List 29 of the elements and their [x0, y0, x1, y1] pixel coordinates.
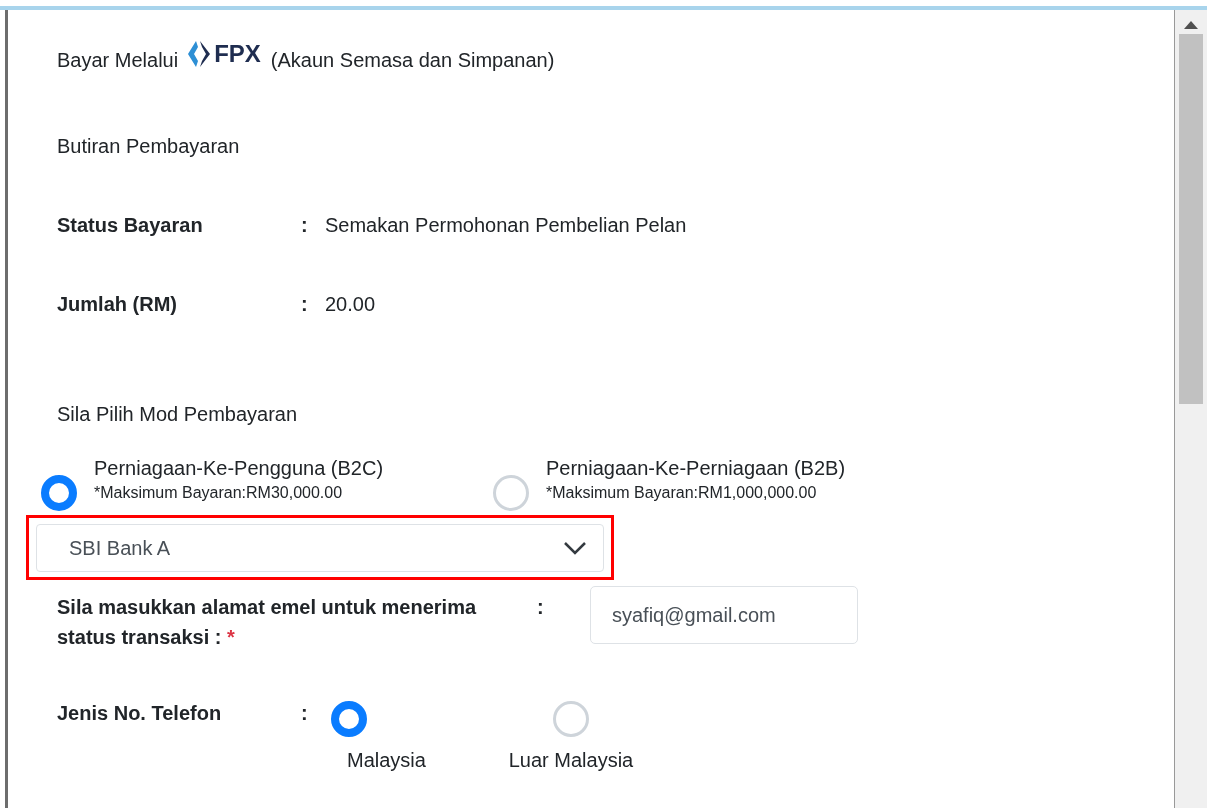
detail-value: 20.00 — [325, 292, 376, 316]
section-title: Sila Pilih Mod Pembayaran — [57, 402, 298, 426]
colon: : — [301, 702, 309, 726]
bank-select[interactable]: SBI Bank A — [36, 524, 604, 572]
email-label: Sila masukkan alamat emel untuk menerima status transaksi : * — [57, 595, 478, 650]
fpx-logo: FPX — [188, 40, 261, 68]
detail-label: Status Bayaran — [57, 213, 204, 237]
radio-button[interactable] — [331, 701, 367, 737]
email-field[interactable]: syafiq@gmail.com — [590, 586, 858, 644]
payment-via-label: Bayar Melalui — [57, 48, 179, 72]
account-type-label: (Akaun Semasa dan Simpanan) — [270, 48, 555, 72]
scroll-up-icon[interactable] — [1184, 20, 1198, 30]
colon: : — [537, 595, 545, 620]
max-payment-note: *Maksimum Bayaran:RM30,000.00 — [94, 484, 344, 502]
max-payment-note: *Maksimum Bayaran:RM1,000,000.00 — [546, 484, 818, 502]
fpx-mark-icon — [188, 41, 211, 67]
radio-label: Perniagaan-Ke-Pengguna (B2C) — [94, 457, 384, 480]
radio-label: Perniagaan-Ke-Perniagaan (B2B) — [546, 457, 846, 480]
colon: : — [301, 292, 309, 316]
chevron-down-icon — [563, 541, 587, 555]
radio-button[interactable] — [41, 475, 77, 511]
detail-label: Jumlah (RM) — [57, 292, 178, 316]
radio-label: Luar Malaysia — [508, 749, 634, 772]
phone-type-label: Jenis No. Telefon — [57, 702, 223, 726]
colon: : — [301, 213, 309, 237]
radio-label: Malaysia — [347, 749, 426, 772]
section-title: Butiran Pembayaran — [57, 134, 240, 158]
scrollbar-thumb[interactable] — [1179, 34, 1203, 404]
detail-value: Semakan Permohonan Pembelian Pelan — [325, 213, 687, 237]
